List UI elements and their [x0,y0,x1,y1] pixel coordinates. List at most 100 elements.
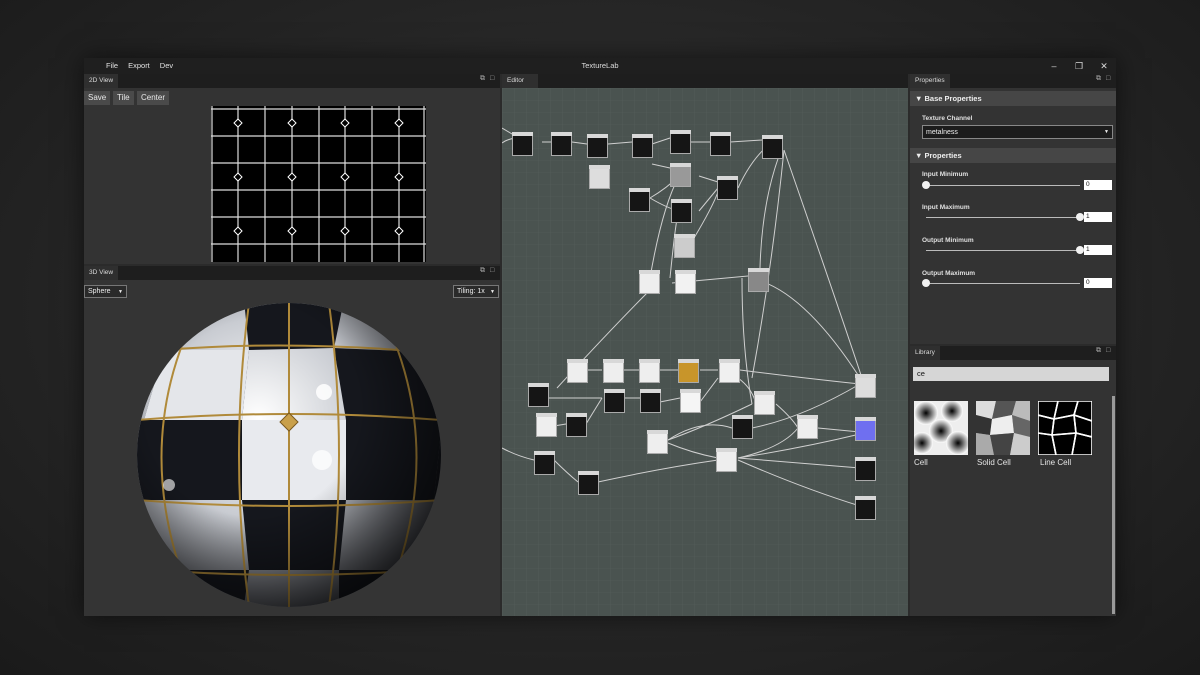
tab-editor[interactable]: Editor [502,74,538,88]
graph-node[interactable] [855,496,876,520]
shape-select-value: Sphere [88,288,111,295]
graph-node[interactable] [528,383,549,407]
input-maximum-field[interactable]: 1 [1084,212,1112,222]
close-icon[interactable]: ✕ [1092,59,1116,73]
graph-node[interactable] [675,270,696,294]
panel-tab-bar: Editor [502,74,908,88]
graph-node[interactable] [603,359,624,383]
tile-button[interactable]: Tile [113,91,134,105]
minimize-icon[interactable]: – [1042,59,1066,73]
texture-channel-select[interactable]: metalness ▼ [922,125,1113,139]
input-maximum-slider[interactable] [926,213,1084,221]
input-minimum-field[interactable]: 0 [1084,180,1112,190]
save-button[interactable]: Save [84,91,111,105]
texture-preview-2d[interactable] [211,106,426,262]
graph-node[interactable] [719,359,740,383]
graph-node[interactable] [855,374,876,398]
panel-tab-bar: 2D View ⧉ □ [84,74,500,88]
properties-header[interactable]: ▼ Properties [910,148,1116,163]
graph-node[interactable] [754,391,775,415]
triangle-down-icon: ▼ [915,94,925,103]
graph-node[interactable] [716,448,737,472]
input-maximum-label: Input Maximum [922,204,970,211]
tab-2d-view[interactable]: 2D View [84,74,119,88]
library-item-cell-label[interactable]: Cell [914,458,928,467]
graph-node[interactable] [671,199,692,223]
graph-node[interactable] [639,359,660,383]
panel-2d-view: 2D View ⧉ □ Save Tile Center [84,74,500,264]
float-icon[interactable]: ⧉ [480,75,485,83]
tab-3d-view[interactable]: 3D View [84,266,119,280]
panel-properties: Properties ⧉ □ ▼ Base Properties Texture… [910,74,1116,344]
slider-handle[interactable] [1076,213,1084,221]
output-minimum-field[interactable]: 1 [1084,245,1112,255]
graph-node[interactable] [855,457,876,481]
shape-select[interactable]: Sphere ▼ [84,285,127,298]
panel-library: Library ⧉ □ ce Cell Solid Cell Line Cell [910,346,1116,616]
graph-node[interactable] [551,132,572,156]
library-item-line-cell-label[interactable]: Line Cell [1040,458,1071,467]
maximize-icon[interactable]: □ [490,75,494,82]
slider-handle[interactable] [1076,246,1084,254]
library-item-solid-cell-thumb[interactable] [976,401,1030,455]
graph-node[interactable] [632,134,653,158]
center-button[interactable]: Center [137,91,170,105]
graph-node[interactable] [680,389,701,413]
tiling-select[interactable]: Tiling: 1x ▼ [453,285,499,298]
library-item-solid-cell-label[interactable]: Solid Cell [977,458,1011,467]
maximize-icon[interactable]: □ [1106,75,1110,82]
graph-node[interactable] [717,176,738,200]
graph-node[interactable] [732,415,753,439]
panel-tab-bar: Properties ⧉ □ [910,74,1116,88]
graph-node[interactable] [578,471,599,495]
output-maximum-field[interactable]: 0 [1084,278,1112,288]
graph-node[interactable] [710,132,731,156]
node-graph-canvas[interactable] [502,88,908,616]
graph-node[interactable] [536,413,557,437]
input-minimum-slider[interactable] [922,181,1080,189]
maximize-icon[interactable]: □ [490,267,494,274]
panel-3d-view: 3D View ⧉ □ Sphere ▼ Tiling: 1x ▼ [84,266,500,616]
output-maximum-slider[interactable] [922,279,1080,287]
graph-node[interactable] [762,135,783,159]
graph-node[interactable] [589,165,610,189]
sphere-preview-3d[interactable] [124,300,454,610]
float-icon[interactable]: ⧉ [480,267,485,275]
chevron-down-icon: ▼ [1104,129,1109,135]
graph-node[interactable] [604,389,625,413]
graph-node[interactable] [567,359,588,383]
graph-node[interactable] [797,415,818,439]
graph-node[interactable] [670,163,691,187]
slider-handle[interactable] [922,279,930,287]
app-window: File Export Dev TextureLab – ❐ ✕ 2D View… [84,58,1116,616]
tiling-select-value: Tiling: 1x [457,288,485,295]
output-minimum-label: Output Minimum [922,237,974,244]
graph-node[interactable] [587,134,608,158]
tab-library[interactable]: Library [910,346,940,360]
graph-node[interactable] [670,130,691,154]
graph-node[interactable] [647,430,668,454]
library-scrollbar[interactable] [1112,396,1115,614]
output-minimum-slider[interactable] [926,246,1084,254]
maximize-icon[interactable]: □ [1106,347,1110,354]
float-icon[interactable]: ⧉ [1096,347,1101,355]
graph-node[interactable] [512,132,533,156]
chevron-down-icon: ▼ [118,289,123,295]
graph-node[interactable] [748,268,769,292]
library-item-line-cell-thumb[interactable] [1038,401,1092,455]
graph-node[interactable] [855,417,876,441]
slider-handle[interactable] [922,181,930,189]
library-item-cell-thumb[interactable] [914,401,968,455]
base-properties-header[interactable]: ▼ Base Properties [910,91,1116,106]
graph-node[interactable] [674,234,695,258]
graph-node[interactable] [534,451,555,475]
graph-node[interactable] [640,389,661,413]
graph-node[interactable] [678,359,699,383]
float-icon[interactable]: ⧉ [1096,75,1101,83]
graph-node[interactable] [639,270,660,294]
graph-node[interactable] [629,188,650,212]
graph-node[interactable] [566,413,587,437]
library-search-input[interactable]: ce [913,367,1109,381]
restore-icon[interactable]: ❐ [1067,59,1091,73]
tab-properties[interactable]: Properties [910,74,950,88]
